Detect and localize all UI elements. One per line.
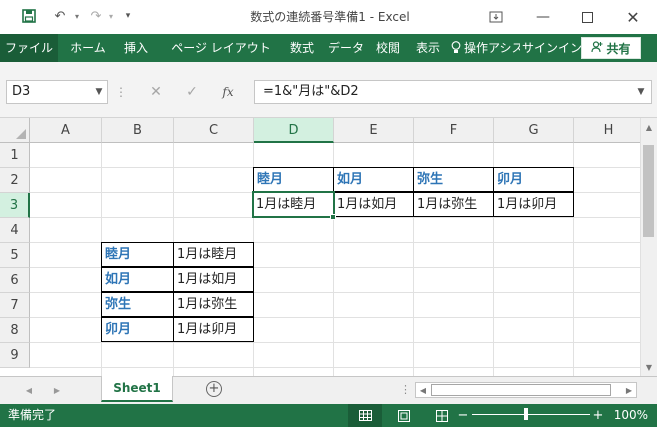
column-header-a[interactable]: A <box>30 118 102 143</box>
add-sheet-icon[interactable]: + <box>206 381 222 397</box>
cell-b8[interactable]: 卯月 <box>101 317 174 342</box>
cell-b7[interactable]: 弥生 <box>101 292 174 317</box>
column-header-h[interactable]: H <box>574 118 644 143</box>
cell-f3[interactable]: 1月は弥生 <box>413 192 494 217</box>
cell-c7[interactable]: 1月は弥生 <box>173 292 254 317</box>
redo-icon[interactable]: ↷ <box>86 7 106 25</box>
status-ready: 準備完了 <box>8 408 57 422</box>
save-icon[interactable] <box>20 7 38 25</box>
column-header-g[interactable]: G <box>494 118 574 143</box>
scroll-down-icon[interactable]: ▼ <box>641 360 657 374</box>
row-header-9[interactable]: 9 <box>0 343 30 368</box>
zoom-level[interactable]: 100% <box>604 404 648 427</box>
gridline <box>30 367 640 368</box>
undo-icon[interactable]: ↶ <box>50 7 70 25</box>
tab-view[interactable]: 表示 <box>410 34 446 62</box>
select-all-icon <box>16 129 26 139</box>
scroll-left-icon[interactable]: ◀ <box>416 383 430 397</box>
column-header-b[interactable]: B <box>102 118 174 143</box>
sheet-tab-sheet1[interactable]: Sheet1 <box>101 376 173 402</box>
tab-data[interactable]: データ <box>324 34 368 62</box>
formula-bar-grip-icon: ⋮ <box>115 85 127 99</box>
next-sheet-icon[interactable]: ▶ <box>50 382 64 398</box>
cell-c8[interactable]: 1月は卯月 <box>173 317 254 342</box>
gridline <box>30 342 640 343</box>
cell-b5[interactable]: 睦月 <box>101 242 174 267</box>
cell-d3[interactable]: 1月は睦月 <box>252 191 335 218</box>
scroll-up-icon[interactable]: ▲ <box>641 120 657 134</box>
normal-view-icon[interactable] <box>348 404 382 427</box>
minimize-icon[interactable]: — <box>522 0 564 34</box>
tab-formulas[interactable]: 数式 <box>284 34 320 62</box>
vertical-scroll-thumb[interactable] <box>643 145 654 237</box>
worksheet-grid[interactable]: A B C D E F G H 1 2 3 4 5 6 7 8 9 睦月 如月 … <box>0 118 657 376</box>
row-header-3[interactable]: 3 <box>0 193 30 218</box>
row-header-5[interactable]: 5 <box>0 243 30 268</box>
zoom-out-icon[interactable]: − <box>456 404 470 427</box>
cell-g3[interactable]: 1月は卯月 <box>493 192 574 217</box>
cell-g2[interactable]: 卯月 <box>493 167 574 192</box>
cell-e2[interactable]: 如月 <box>333 167 414 192</box>
close-icon[interactable]: ✕ <box>612 0 654 34</box>
redo-dropdown-icon[interactable]: ▾ <box>106 7 116 25</box>
tab-file[interactable]: ファイル <box>0 34 58 62</box>
expand-formula-bar-icon[interactable]: ▼ <box>632 80 650 104</box>
zoom-slider-knob[interactable] <box>524 408 528 420</box>
status-bar <box>0 404 657 427</box>
cell-f2[interactable]: 弥生 <box>413 167 494 192</box>
tell-me-box[interactable]: 操作アシス <box>464 34 520 62</box>
row-header-2[interactable]: 2 <box>0 168 30 193</box>
row-header-8[interactable]: 8 <box>0 318 30 343</box>
tab-split-handle-icon[interactable]: ⋮ <box>400 383 411 397</box>
window-title: 数式の連続番号準備1 - Excel <box>250 10 410 24</box>
cell-c5[interactable]: 1月は睦月 <box>173 242 254 267</box>
maximize-icon[interactable] <box>566 0 608 34</box>
share-label: 共有 <box>606 41 631 56</box>
tab-home[interactable]: ホーム <box>64 34 112 62</box>
enter-icon[interactable]: ✓ <box>182 80 202 104</box>
prev-sheet-icon[interactable]: ◀ <box>22 382 36 398</box>
column-header-f[interactable]: F <box>414 118 494 143</box>
cell-b6[interactable]: 如月 <box>101 267 174 292</box>
ribbon-display-icon[interactable] <box>475 0 517 34</box>
share-button[interactable]: 共有 <box>581 37 641 59</box>
column-header-e[interactable]: E <box>334 118 414 143</box>
customize-qat-icon[interactable]: ▾ <box>122 7 134 25</box>
signin-link[interactable]: サインイン <box>522 34 582 62</box>
cell-e3[interactable]: 1月は如月 <box>333 192 414 217</box>
row-header-6[interactable]: 6 <box>0 268 30 293</box>
tab-page-layout[interactable]: ページ レイアウト <box>160 34 282 62</box>
insert-function-icon[interactable]: fx <box>218 80 238 104</box>
undo-dropdown-icon[interactable]: ▾ <box>72 7 82 25</box>
formula-input[interactable]: =1&"月は"&D2 <box>254 80 652 104</box>
page-break-view-icon[interactable] <box>430 404 454 427</box>
row-header-1[interactable]: 1 <box>0 143 30 168</box>
scroll-right-icon[interactable]: ▶ <box>622 383 636 397</box>
horizontal-scroll-thumb[interactable] <box>431 384 611 396</box>
cancel-icon[interactable]: ✕ <box>146 80 166 104</box>
row-header-4[interactable]: 4 <box>0 218 30 243</box>
page-layout-view-icon[interactable] <box>392 404 416 427</box>
tab-review[interactable]: 校閲 <box>370 34 406 62</box>
lightbulb-icon <box>449 34 462 62</box>
tab-insert[interactable]: 挿入 <box>116 34 156 62</box>
column-header-d[interactable]: D <box>254 118 334 143</box>
zoom-slider-track[interactable] <box>472 414 590 415</box>
name-box-dropdown-icon[interactable]: ▼ <box>90 80 108 104</box>
cell-d2[interactable]: 睦月 <box>253 167 334 192</box>
zoom-in-icon[interactable]: + <box>591 404 605 427</box>
fill-handle[interactable] <box>330 214 336 220</box>
person-icon <box>591 40 603 56</box>
cell-c6[interactable]: 1月は如月 <box>173 267 254 292</box>
row-header-7[interactable]: 7 <box>0 293 30 318</box>
column-header-c[interactable]: C <box>174 118 254 143</box>
